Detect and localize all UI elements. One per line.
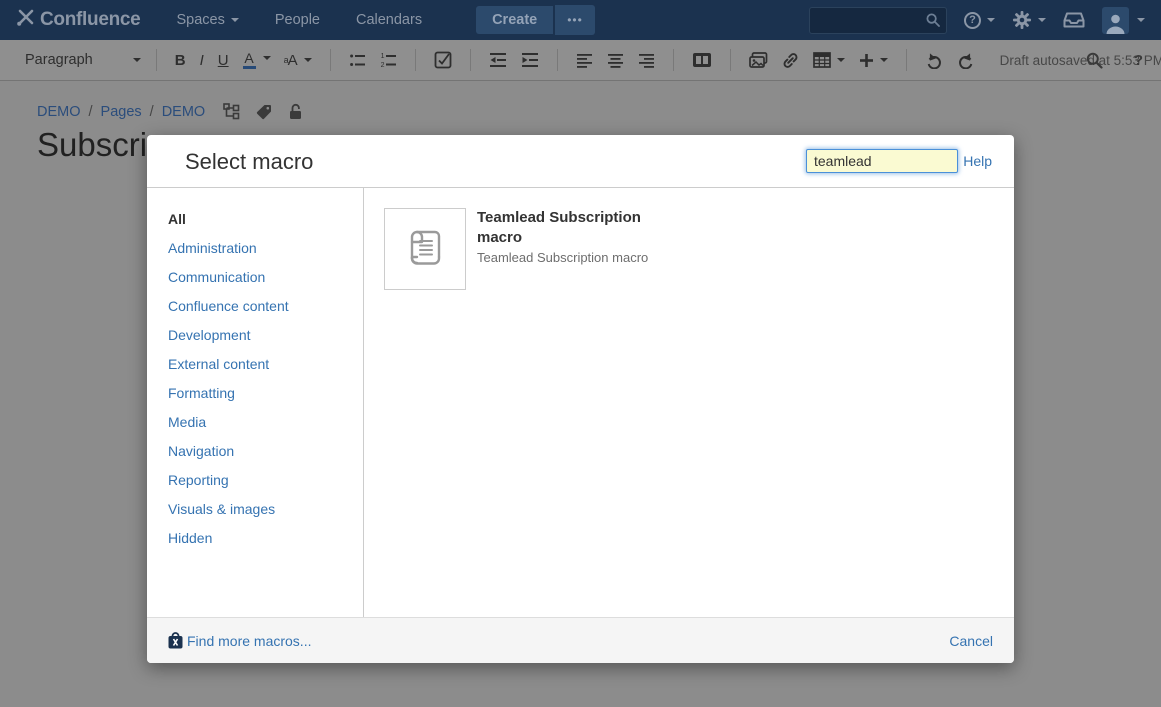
breadcrumb-page-link[interactable]: DEMO xyxy=(162,104,206,120)
help-menu[interactable]: ? xyxy=(964,12,995,29)
create-button[interactable]: Create xyxy=(476,6,553,34)
dialog-header: Select macro Help xyxy=(147,135,1014,188)
notifications-tray[interactable] xyxy=(1063,11,1085,29)
search-icon xyxy=(926,13,940,27)
category-media[interactable]: Media xyxy=(168,414,363,430)
formatting-styles-button[interactable]: aA xyxy=(284,52,312,69)
avatar xyxy=(1102,7,1129,34)
category-hidden[interactable]: Hidden xyxy=(168,530,363,546)
unlock-icon[interactable] xyxy=(288,103,303,120)
svg-text:2: 2 xyxy=(380,62,384,69)
italic-button[interactable]: I xyxy=(200,52,204,69)
chevron-down-icon xyxy=(1038,18,1046,26)
help-icon: ? xyxy=(964,12,981,29)
page-layout-button[interactable] xyxy=(692,52,712,68)
search-icon xyxy=(1086,52,1103,69)
logo-text: Confluence xyxy=(40,9,140,31)
category-reporting[interactable]: Reporting xyxy=(168,472,363,488)
macro-search-input[interactable] xyxy=(806,149,958,173)
category-all[interactable]: All xyxy=(168,211,363,227)
marketplace-icon xyxy=(168,632,183,649)
toolbar-separator xyxy=(673,49,674,71)
macro-result-title: Teamlead Subscription macro xyxy=(477,208,662,248)
numbered-list-button[interactable]: 12 xyxy=(380,52,397,69)
align-center-button[interactable] xyxy=(607,53,624,68)
find-replace-button[interactable] xyxy=(1086,52,1103,69)
select-macro-dialog: Select macro Help All Administration Com… xyxy=(147,135,1014,663)
scroll-macro-icon xyxy=(400,224,450,274)
breadcrumb-space-link[interactable]: DEMO xyxy=(37,104,81,120)
dialog-title: Select macro xyxy=(185,149,313,175)
chevron-down-icon xyxy=(304,58,312,66)
macro-result-description: Teamlead Subscription macro xyxy=(477,250,662,265)
app-header: Confluence Spaces People Calendars Creat… xyxy=(0,0,1161,40)
toolbar-separator xyxy=(557,49,558,71)
page-tree-icon[interactable] xyxy=(223,103,240,120)
category-communication[interactable]: Communication xyxy=(168,269,363,285)
category-external-content[interactable]: External content xyxy=(168,356,363,372)
nav-people[interactable]: People xyxy=(275,12,320,28)
macro-icon-box xyxy=(384,208,466,290)
chevron-down-icon xyxy=(133,58,141,66)
insert-table-button[interactable] xyxy=(813,52,845,68)
toolbar-separator xyxy=(470,49,471,71)
macro-result-teamlead-subscription[interactable]: Teamlead Subscription macro Teamlead Sub… xyxy=(384,208,994,290)
category-development[interactable]: Development xyxy=(168,327,363,343)
chevron-down-icon xyxy=(1137,18,1145,26)
redo-button[interactable] xyxy=(957,52,975,69)
breadcrumb: DEMO / Pages / DEMO xyxy=(37,103,303,120)
color-swatch xyxy=(243,66,256,69)
inbox-tray-icon xyxy=(1063,11,1085,29)
category-administration[interactable]: Administration xyxy=(168,240,363,256)
indent-button[interactable] xyxy=(521,52,539,68)
outdent-button[interactable] xyxy=(489,52,507,68)
chevron-down-icon[interactable] xyxy=(263,56,271,64)
undo-button[interactable] xyxy=(925,52,943,69)
chevron-down-icon xyxy=(837,58,845,66)
editor-toolbar: Paragraph B I U A aA 12 xyxy=(0,40,1161,81)
align-right-button[interactable] xyxy=(638,53,655,68)
macro-results-panel: Teamlead Subscription macro Teamlead Sub… xyxy=(364,188,1014,617)
toolbar-separator xyxy=(330,49,331,71)
more-menu-button[interactable]: ••• xyxy=(555,5,595,35)
dialog-footer: Find more macros... Cancel xyxy=(147,617,1014,663)
editor-help-button[interactable]: ? xyxy=(1134,52,1143,69)
gear-icon xyxy=(1012,10,1032,30)
toolbar-separator xyxy=(415,49,416,71)
find-more-macros-link[interactable]: Find more macros... xyxy=(168,632,311,649)
toolbar-separator xyxy=(730,49,731,71)
toolbar-separator xyxy=(906,49,907,71)
breadcrumb-pages-link[interactable]: Pages xyxy=(101,104,142,120)
category-visuals-images[interactable]: Visuals & images xyxy=(168,501,363,517)
paragraph-style-dropdown[interactable]: Paragraph xyxy=(25,52,141,68)
help-link[interactable]: Help xyxy=(963,153,992,169)
category-navigation[interactable]: Navigation xyxy=(168,443,363,459)
chevron-down-icon xyxy=(987,18,995,26)
insert-link-button[interactable] xyxy=(782,52,799,69)
label-tag-icon[interactable] xyxy=(256,104,272,120)
bullet-list-button[interactable] xyxy=(349,52,366,69)
nav-calendars[interactable]: Calendars xyxy=(356,12,422,28)
bold-button[interactable]: B xyxy=(175,52,186,69)
category-confluence-content[interactable]: Confluence content xyxy=(168,298,363,314)
svg-text:1: 1 xyxy=(380,53,384,60)
toolbar-separator xyxy=(156,49,157,71)
global-search xyxy=(809,7,947,34)
category-formatting[interactable]: Formatting xyxy=(168,385,363,401)
macro-category-list: All Administration Communication Conflue… xyxy=(147,188,364,617)
task-list-button[interactable] xyxy=(434,51,452,69)
chevron-down-icon xyxy=(880,58,888,66)
underline-button[interactable]: U xyxy=(218,52,229,69)
text-color-button[interactable]: A xyxy=(243,52,256,69)
confluence-logo[interactable]: Confluence xyxy=(16,7,140,33)
nav-spaces[interactable]: Spaces xyxy=(176,12,238,28)
align-left-button[interactable] xyxy=(576,53,593,68)
user-menu[interactable] xyxy=(1102,7,1145,34)
insert-more-content-button[interactable] xyxy=(859,53,888,68)
chevron-down-icon xyxy=(231,18,239,26)
settings-menu[interactable] xyxy=(1012,10,1046,30)
cancel-button[interactable]: Cancel xyxy=(949,633,993,649)
confluence-logo-icon xyxy=(16,7,40,33)
insert-image-button[interactable] xyxy=(749,52,768,69)
